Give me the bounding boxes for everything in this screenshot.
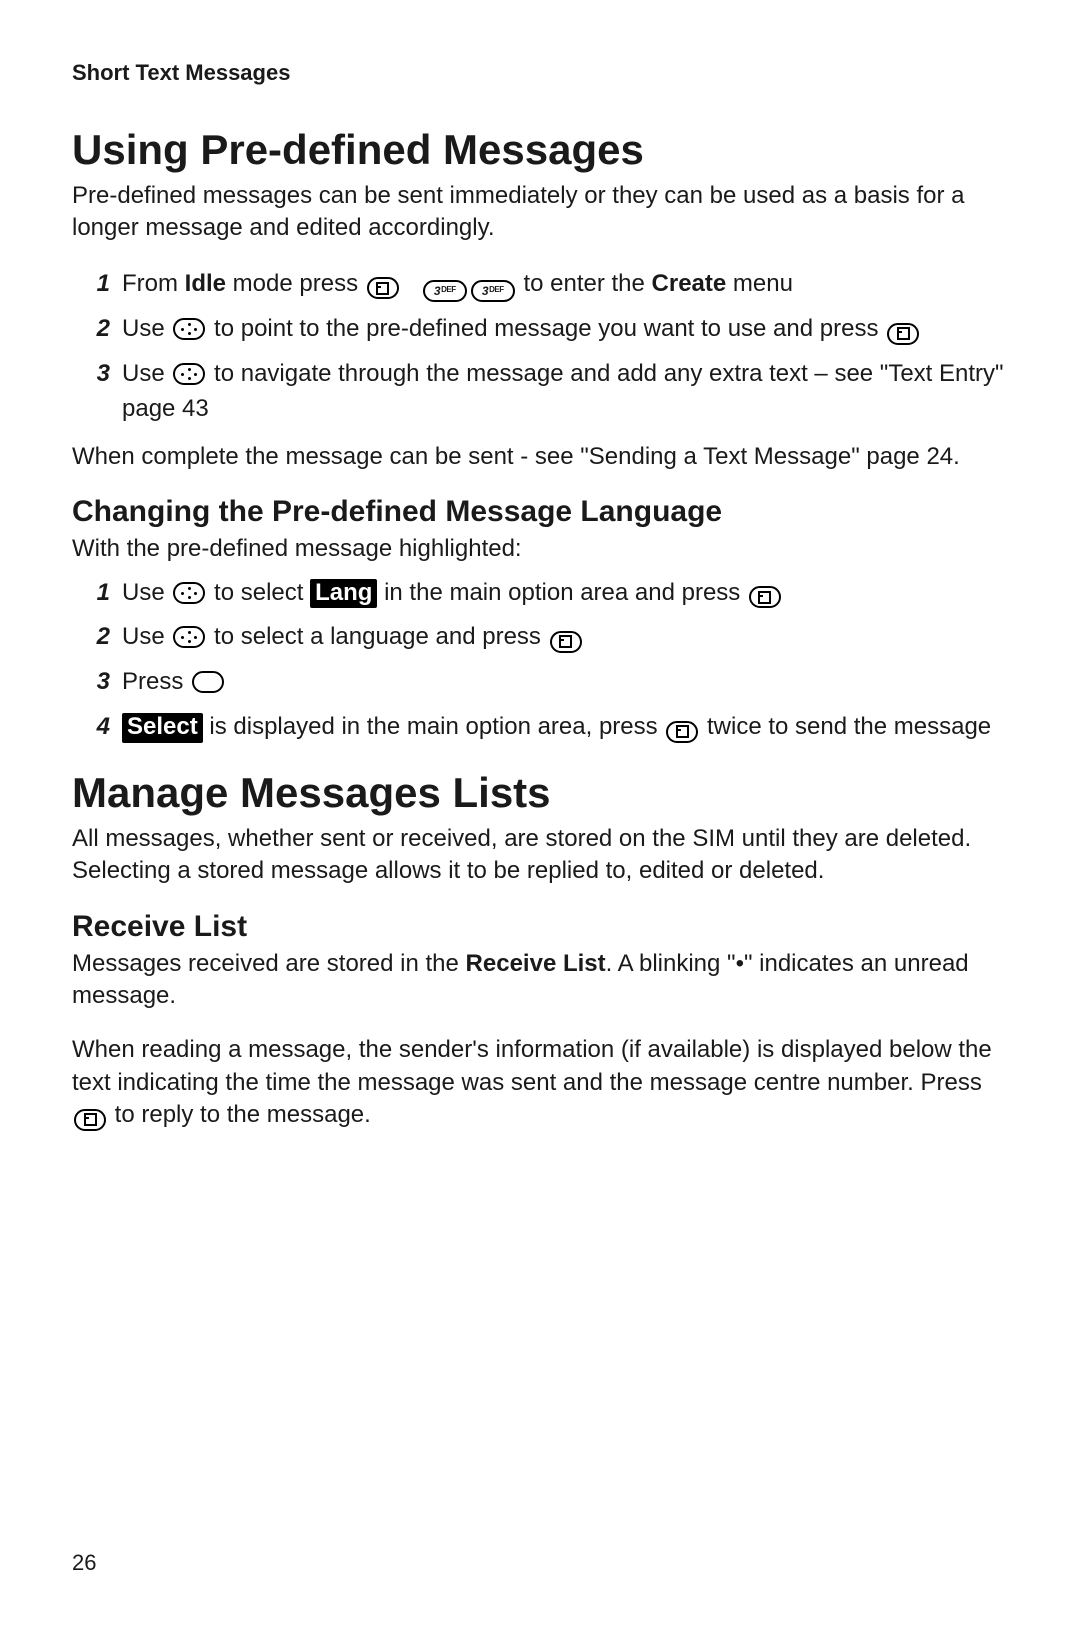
intro-paragraph-3: All messages, whether sent or received, … xyxy=(72,823,1008,888)
select-option-label: Select xyxy=(122,713,203,743)
key-3def-icon: 3DEF xyxy=(423,280,467,302)
steps-predefined: 1 From Idle mode press 3DEF3DEF to enter… xyxy=(72,267,1008,427)
lang-option-label: Lang xyxy=(310,579,377,609)
step-number: 4 xyxy=(88,710,110,745)
receive-list-paragraph-1: Messages received are stored in the Rece… xyxy=(72,948,1008,1013)
step-3: 3 Use to navigate through the message an… xyxy=(88,357,1008,427)
step-number: 3 xyxy=(88,357,110,392)
step-text: Press xyxy=(122,665,1008,700)
running-head: Short Text Messages xyxy=(72,60,1008,86)
step-1: 1 From Idle mode press 3DEF3DEF to enter… xyxy=(88,267,1008,303)
intro-paragraph-2: With the pre-defined message highlighted… xyxy=(72,533,1008,565)
ok-button-icon xyxy=(367,277,399,299)
heading-using-predefined: Using Pre-defined Messages xyxy=(72,126,1008,174)
ok-button-icon xyxy=(666,721,698,743)
nav-key-icon xyxy=(173,582,205,604)
step-text: Select is displayed in the main option a… xyxy=(122,710,1008,745)
step-text: Use to point to the pre-defined message … xyxy=(122,312,1008,347)
steps-language: 1 Use to select Lang in the main option … xyxy=(72,576,1008,745)
step-number: 2 xyxy=(88,312,110,347)
nav-key-icon xyxy=(173,626,205,648)
blank-key-icon xyxy=(192,671,224,693)
step-text: Use to select a language and press xyxy=(122,620,1008,655)
ok-button-icon xyxy=(887,323,919,345)
step-4: 4 Select is displayed in the main option… xyxy=(88,710,1008,745)
step-text: From Idle mode press 3DEF3DEF to enter t… xyxy=(122,267,1008,303)
step-text: Use to navigate through the message and … xyxy=(122,357,1008,427)
heading-manage-lists: Manage Messages Lists xyxy=(72,769,1008,817)
step-2: 2 Use to select a language and press xyxy=(88,620,1008,655)
step-number: 3 xyxy=(88,665,110,700)
ok-button-icon xyxy=(74,1109,106,1131)
step-number: 2 xyxy=(88,620,110,655)
step-text: Use to select Lang in the main option ar… xyxy=(122,576,1008,611)
ok-button-icon xyxy=(550,631,582,653)
page-number: 26 xyxy=(72,1550,96,1576)
heading-receive-list: Receive List xyxy=(72,910,1008,944)
step-2: 2 Use to point to the pre-defined messag… xyxy=(88,312,1008,347)
nav-key-icon xyxy=(173,318,205,340)
heading-change-language: Changing the Pre-defined Message Languag… xyxy=(72,495,1008,529)
step-number: 1 xyxy=(88,267,110,302)
step-number: 1 xyxy=(88,576,110,611)
step-3: 3 Press xyxy=(88,665,1008,700)
step-1: 1 Use to select Lang in the main option … xyxy=(88,576,1008,611)
receive-list-paragraph-2: When reading a message, the sender's inf… xyxy=(72,1034,1008,1131)
intro-paragraph-1: Pre-defined messages can be sent immedia… xyxy=(72,180,1008,245)
page: Short Text Messages Using Pre-defined Me… xyxy=(0,0,1080,1632)
ok-button-icon xyxy=(749,586,781,608)
nav-key-icon xyxy=(173,363,205,385)
key-3def-icon: 3DEF xyxy=(471,280,515,302)
after-paragraph-1: When complete the message can be sent - … xyxy=(72,441,1008,473)
